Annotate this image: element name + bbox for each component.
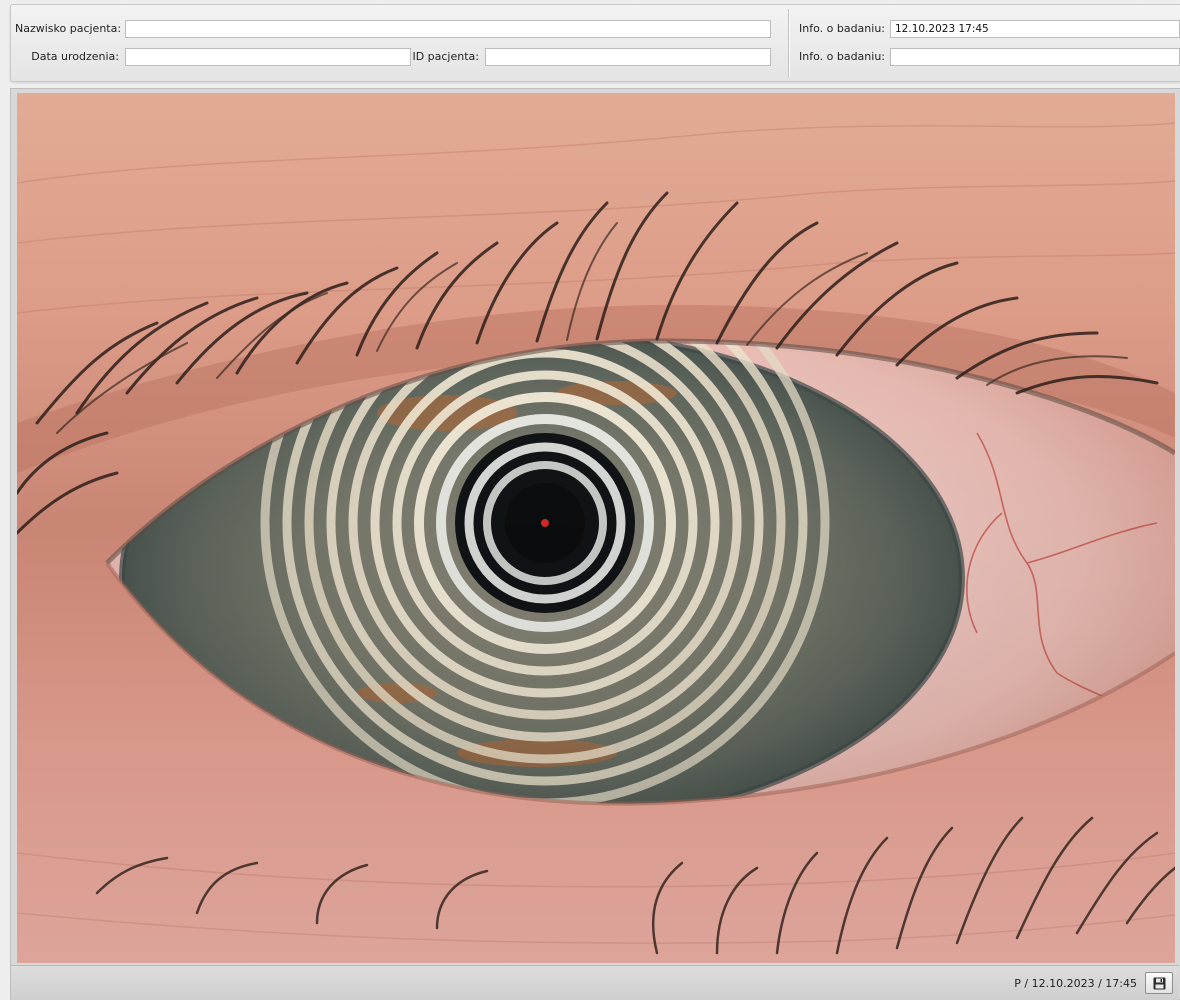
floppy-disk-icon — [1153, 977, 1166, 990]
image-viewer: P / 12.10.2023 / 17:45 — [10, 88, 1180, 1000]
exam-info-label-2: Info. o badaniu: — [799, 50, 885, 63]
patient-header: Nazwisko pacjenta: Data urodzenia: ID pa… — [10, 4, 1180, 82]
exam-info-label-1: Info. o badaniu: — [799, 22, 885, 35]
status-text: P / 12.10.2023 / 17:45 — [1014, 977, 1137, 990]
eye-photo-graphic — [17, 93, 1175, 963]
exam-info-field-1[interactable]: 12.10.2023 17:45 — [890, 20, 1180, 38]
eye-image[interactable] — [17, 93, 1175, 963]
surname-label: Nazwisko pacjenta: — [15, 22, 122, 35]
surname-field[interactable] — [125, 20, 771, 38]
save-button[interactable] — [1145, 972, 1173, 994]
patient-id-field[interactable] — [485, 48, 771, 66]
status-bar: P / 12.10.2023 / 17:45 — [11, 965, 1179, 1000]
exam-info-field-2[interactable] — [890, 48, 1180, 66]
birthdate-field[interactable] — [125, 48, 411, 66]
patient-id-label: ID pacjenta: — [412, 50, 479, 63]
birthdate-label: Data urodzenia: — [31, 50, 119, 63]
header-divider — [788, 9, 789, 77]
